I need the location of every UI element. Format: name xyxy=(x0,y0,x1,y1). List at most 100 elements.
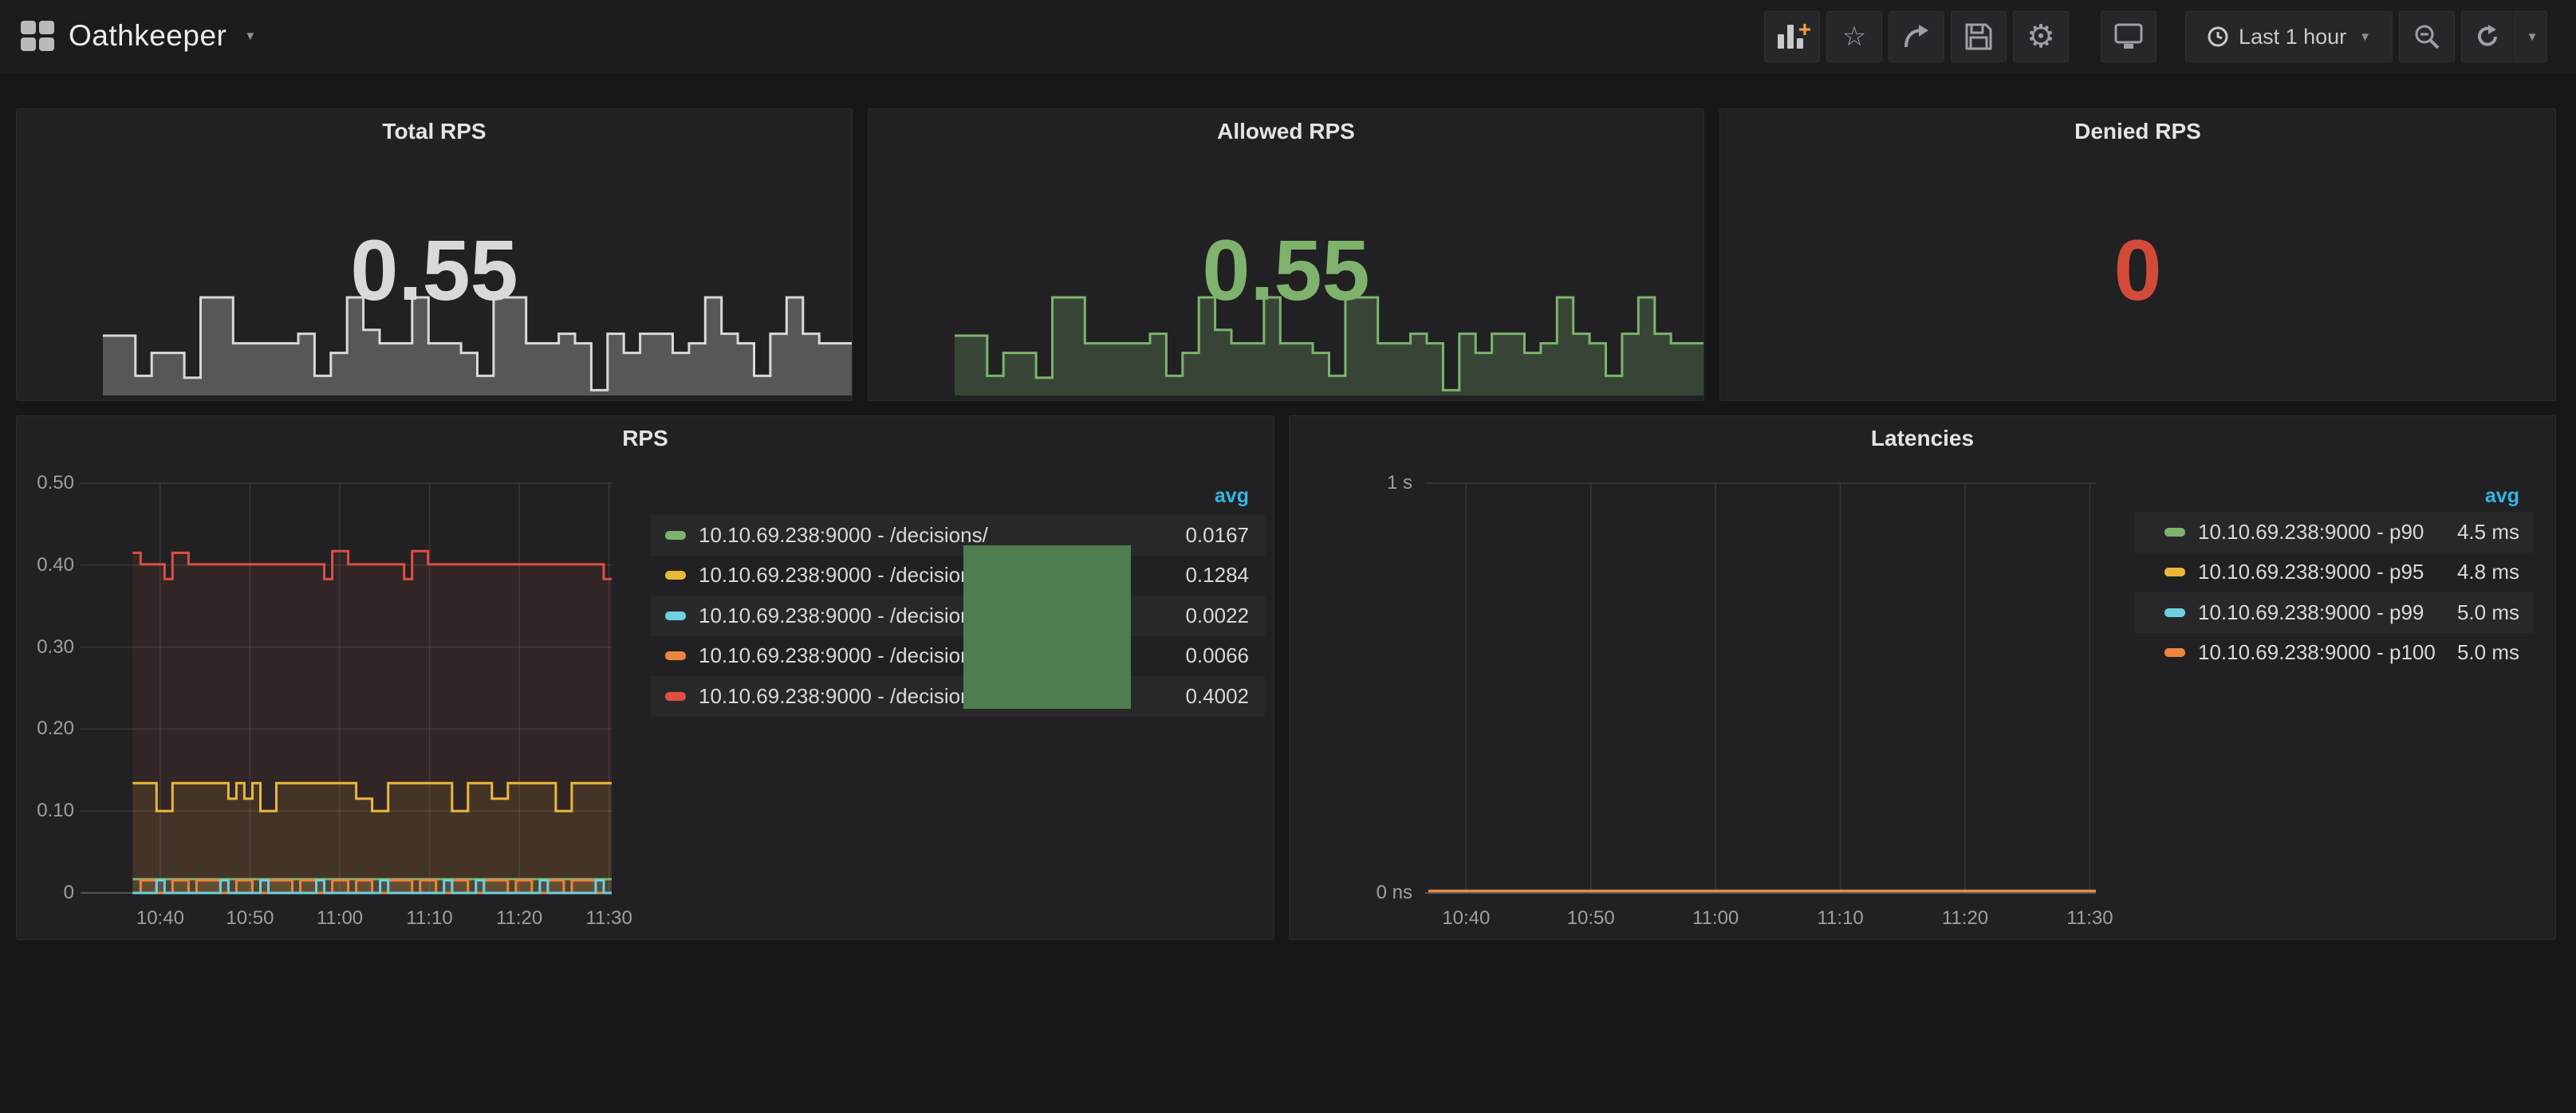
legend-series-name[interactable]: 10.10.69.238:9000 - /decisions/ xyxy=(699,643,988,668)
title-caret-icon: ▼ xyxy=(244,29,256,43)
panel-title[interactable]: Total RPS xyxy=(17,119,852,144)
legend-swatch-icon[interactable] xyxy=(2164,648,2185,657)
y-axis-tick: 0.20 xyxy=(17,718,74,740)
y-axis-tick: 0 xyxy=(17,882,74,904)
legend-avg-value: 0.4002 xyxy=(1185,684,1249,709)
share-button[interactable] xyxy=(1889,11,1944,62)
legend-avg-value: 5.0 ms xyxy=(2457,600,2519,625)
denied-rps-value: 0 xyxy=(1720,227,2555,313)
x-axis-tick: 11:10 xyxy=(1817,907,1863,930)
legend-swatch-icon[interactable] xyxy=(665,531,686,540)
legend-avg-value: 0.1284 xyxy=(1185,563,1249,588)
x-axis-tick: 11:30 xyxy=(2066,907,2113,930)
grafana-dashboard: Oathkeeper ▼ + ☆ xyxy=(0,0,2576,1113)
refresh-icon xyxy=(2474,23,2501,50)
panel-title[interactable]: RPS xyxy=(17,426,1274,451)
x-axis-tick: 11:00 xyxy=(317,907,363,930)
legend-avg-value: 5.0 ms xyxy=(2457,640,2519,665)
x-axis-tick: 11:00 xyxy=(1692,907,1739,930)
zoom-out-icon xyxy=(2413,23,2440,50)
rps-plot[interactable] xyxy=(81,483,612,893)
y-axis-tick: 1 s xyxy=(1290,472,1412,494)
legend-swatch-icon[interactable] xyxy=(2164,568,2185,576)
legend-swatch-icon[interactable] xyxy=(2164,608,2185,617)
x-axis-tick: 11:30 xyxy=(586,907,632,930)
denied-rps-panel: Denied RPS 0 xyxy=(1719,108,2556,401)
time-range-label: Last 1 hour xyxy=(2239,25,2346,49)
y-axis-tick: 0.50 xyxy=(17,472,74,494)
dashboard-title-group[interactable]: Oathkeeper ▼ xyxy=(21,19,256,53)
refresh-interval-dropdown[interactable]: ▼ xyxy=(2514,11,2547,62)
star-button[interactable]: ☆ xyxy=(1826,11,1882,62)
refresh-caret-icon: ▼ xyxy=(2527,30,2539,44)
total-rps-panel: Total RPS 0.55 xyxy=(16,108,853,401)
time-range-picker[interactable]: Last 1 hour ▼ xyxy=(2185,11,2393,62)
y-axis-tick: 0.40 xyxy=(17,554,74,576)
add-panel-icon: + xyxy=(1778,25,1806,49)
x-axis-tick: 10:50 xyxy=(226,907,274,930)
refresh-group: ▼ xyxy=(2461,11,2547,62)
allowed-rps-sparkline xyxy=(955,295,1704,395)
clock-icon xyxy=(2207,26,2229,48)
toolbar: + ☆ ⚙ xyxy=(1764,11,2547,62)
star-icon: ☆ xyxy=(1842,23,1866,50)
legend-row[interactable]: 10.10.69.238:9000 - p95 4.8 ms xyxy=(2134,553,2534,593)
total-rps-sparkline xyxy=(103,295,852,395)
legend-series-name[interactable]: 10.10.69.238:9000 - p100 xyxy=(2198,640,2436,665)
legend-series-name[interactable]: 10.10.69.238:9000 - /decisions/ xyxy=(699,523,988,548)
legend-swatch-icon[interactable] xyxy=(665,571,686,580)
legend-row[interactable]: 10.10.69.238:9000 - /decisions/0.0066 xyxy=(651,636,1265,677)
green-overlay-rectangle xyxy=(963,545,1131,709)
legend-swatch-icon[interactable] xyxy=(2164,528,2185,537)
x-axis-tick: 10:40 xyxy=(136,907,184,930)
monitor-icon xyxy=(2114,23,2143,50)
legend-avg-value: 0.0066 xyxy=(1185,643,1249,668)
legend-row[interactable]: 10.10.69.238:9000 - /decisions/0.1284 xyxy=(651,556,1265,596)
x-axis-tick: 10:40 xyxy=(1442,907,1490,930)
allowed-rps-panel: Allowed RPS 0.55 xyxy=(868,108,1704,401)
legend-avg-value: 0.0167 xyxy=(1185,523,1249,548)
latencies-plot[interactable] xyxy=(1425,483,2096,893)
legend-series-name[interactable]: 10.10.69.238:9000 - /decisions/ xyxy=(699,563,988,588)
y-axis-tick: 0.10 xyxy=(17,800,74,822)
legend-avg-value: 0.0022 xyxy=(1185,604,1249,628)
latencies-panel: Latencies 1 s0 ns10:4010:5011:0011:1011:… xyxy=(1289,415,2556,940)
legend-series-name[interactable]: 10.10.69.238:9000 - p90 xyxy=(2198,520,2424,545)
legend-swatch-icon[interactable] xyxy=(665,651,686,660)
legend-avg-header[interactable]: avg xyxy=(2150,485,2519,508)
add-panel-button[interactable]: + xyxy=(1764,11,1820,62)
panel-title[interactable]: Latencies xyxy=(1290,426,2555,451)
legend-row[interactable]: 10.10.69.238:9000 - /decisions/0.4002 xyxy=(651,676,1265,717)
panel-title[interactable]: Denied RPS xyxy=(1720,119,2555,144)
save-icon xyxy=(1965,23,1992,50)
refresh-button[interactable] xyxy=(2461,11,2514,62)
legend-row[interactable]: 10.10.69.238:9000 - p90 4.5 ms xyxy=(2134,512,2534,553)
x-axis-tick: 11:20 xyxy=(1942,907,1988,930)
x-axis-tick: 11:10 xyxy=(406,907,452,930)
legend-avg-value: 4.8 ms xyxy=(2457,560,2519,584)
legend-series-name[interactable]: 10.10.69.238:9000 - /decisions/ xyxy=(699,604,988,628)
time-range-caret-icon: ▼ xyxy=(2359,30,2371,44)
cycle-view-button[interactable] xyxy=(2101,11,2157,62)
save-button[interactable] xyxy=(1951,11,2007,62)
legend-avg-header[interactable]: avg xyxy=(651,485,1249,508)
legend-series-name[interactable]: 10.10.69.238:9000 - /decisions/ xyxy=(699,684,988,709)
x-axis-tick: 11:20 xyxy=(496,907,542,930)
legend-row[interactable]: 10.10.69.238:9000 - /decisions/0.0022 xyxy=(651,596,1265,636)
y-axis-tick: 0.30 xyxy=(17,636,74,659)
x-axis-tick: 10:50 xyxy=(1567,907,1615,930)
gear-icon: ⚙ xyxy=(2027,21,2055,53)
panel-title[interactable]: Allowed RPS xyxy=(869,119,1704,144)
legend-row[interactable]: 10.10.69.238:9000 - p100 5.0 ms xyxy=(2134,633,2534,674)
legend-row[interactable]: 10.10.69.238:9000 - p99 5.0 ms xyxy=(2134,592,2534,633)
legend-avg-value: 4.5 ms xyxy=(2457,520,2519,545)
zoom-out-button[interactable] xyxy=(2399,11,2455,62)
legend-series-name[interactable]: 10.10.69.238:9000 - p99 xyxy=(2198,600,2424,625)
legend-row[interactable]: 10.10.69.238:9000 - /decisions/0.0167 xyxy=(651,515,1265,556)
dashboard-title[interactable]: Oathkeeper xyxy=(69,19,226,53)
dashboard-grid-icon xyxy=(21,21,54,51)
settings-button[interactable]: ⚙ xyxy=(2013,11,2069,62)
legend-swatch-icon[interactable] xyxy=(665,612,686,620)
legend-swatch-icon[interactable] xyxy=(665,692,686,701)
legend-series-name[interactable]: 10.10.69.238:9000 - p95 xyxy=(2198,560,2424,584)
